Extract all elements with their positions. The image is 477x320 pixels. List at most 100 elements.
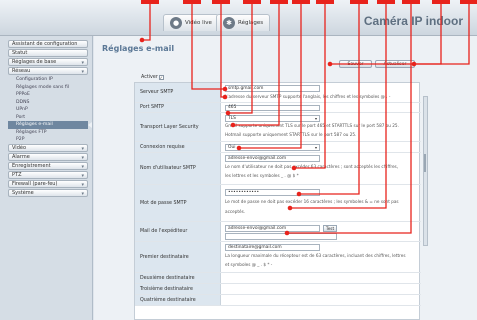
sidebar-item-17[interactable]: Firewall (pare-feu) ▾ [8, 179, 88, 188]
sidebar-item-label: Réglages mode sans fil [16, 84, 70, 90]
sidebar-item-12[interactable]: P2P [8, 136, 88, 144]
login-required-value: Oui [228, 144, 236, 150]
sidebar-item-label: Port [16, 114, 26, 120]
username-hint-1: Le nom d'utilisateur ne doit pas excéder… [225, 164, 399, 169]
row-recipient-2: Deuxième destinataire [135, 273, 421, 284]
recipient-1-label: Premier destinataire [135, 242, 221, 272]
sidebar-item-8[interactable]: UPnP [8, 106, 88, 114]
sidebar-item-16[interactable]: PTZ ▾ [8, 170, 88, 179]
row-password: Mot de passe SMTP •••••••••••• Le mot de… [135, 185, 421, 222]
sidebar-item-label: Système [12, 189, 34, 196]
chevron-down-icon: ▾ [81, 69, 84, 75]
sidebar-item-label: Enregistrement [12, 162, 51, 169]
sidebar-item-2[interactable]: Réglages de base ▾ [8, 58, 88, 66]
smtp-server-input[interactable]: smtp.gmail.com [225, 85, 320, 92]
tab-video-live[interactable]: ● Vidéo live [163, 14, 219, 31]
tls-select[interactable]: TLS ▾ [225, 115, 320, 122]
sidebar-item-13[interactable]: Vidéo ▾ [8, 143, 88, 152]
chevron-down-icon: ▾ [81, 181, 84, 188]
sidebar-item-4[interactable]: Configuration IP [8, 76, 88, 84]
sidebar-item-label: P2P [16, 137, 25, 143]
sidebar-item-11[interactable]: Réglages FTP [8, 129, 88, 137]
smtp-server-label: Serveur SMTP [135, 83, 221, 102]
row-tls: Transport Layer Security TLS ▾ Gmail sup… [135, 113, 421, 142]
tab-settings-label: Réglages [238, 20, 264, 26]
test-button[interactable]: Test [323, 225, 337, 232]
sidebar-item-6[interactable]: PPPoE [8, 91, 88, 99]
tls-select-value: TLS [228, 115, 236, 121]
smtp-port-input[interactable]: 465 [225, 104, 320, 111]
brand-title: Caméra IP indoor [363, 14, 463, 28]
sidebar-item-label: Alarme [12, 153, 30, 160]
row-recipient-1: Premier destinataire destinataire@gmail.… [135, 242, 421, 273]
sidebar-item-18[interactable]: Système ▾ [8, 188, 88, 197]
scrollbar-thumb[interactable] [424, 154, 426, 172]
chevron-down-icon: ▾ [81, 172, 84, 179]
active-pointer-icon [88, 122, 92, 128]
sidebar-item-label: Configuration IP [16, 77, 53, 83]
top-header: ● Vidéo live ✱ Réglages Caméra IP indoor [0, 0, 477, 36]
sidebar-item-label: PTZ [12, 171, 22, 178]
row-smtp-port: Port SMTP 465 [135, 103, 421, 113]
password-hint-2: acceptés. [225, 209, 246, 214]
recipient-3-label: Troisième destinataire [135, 284, 221, 294]
recipient-1-input[interactable]: destinataire@gmail.com [225, 244, 320, 251]
chevron-down-icon: ▾ [81, 154, 84, 161]
activer-toggle[interactable]: Activer ✓ [141, 75, 164, 80]
chevron-down-icon: ▾ [81, 60, 84, 66]
chevron-down-icon: ▾ [314, 116, 317, 121]
tab-settings[interactable]: ✱ Réglages [216, 14, 271, 31]
sidebar-item-14[interactable]: Alarme ▾ [8, 152, 88, 161]
row-recipient-4: Quatrième destinataire [135, 295, 421, 306]
username-hint-2: les lettres et les symboles _ . @ $ * [225, 173, 299, 178]
sidebar-item-label: Réglages e-mail [16, 122, 53, 128]
refresh-button[interactable]: Actualiser [375, 60, 415, 68]
chevron-down-icon: ▾ [314, 145, 317, 150]
activer-checkbox[interactable]: ✓ [158, 75, 164, 80]
login-required-label: Connexion requise [135, 142, 221, 152]
login-required-select[interactable]: Oui ▾ [225, 144, 320, 151]
tls-hint-gmail: Gmail supporte uniquement TLS sur le por… [225, 123, 399, 128]
gear-icon: ✱ [223, 17, 235, 29]
row-smtp-server: Serveur SMTP smtp.gmail.com L'adresse du… [135, 83, 421, 103]
tls-label: Transport Layer Security [135, 113, 221, 141]
sender-input[interactable]: adresse-envoi@gmail.com [225, 225, 320, 232]
sidebar-item-9[interactable]: Port [8, 114, 88, 122]
video-camera-icon: ● [170, 17, 182, 29]
email-settings-form: Serveur SMTP smtp.gmail.com L'adresse du… [134, 82, 421, 320]
sender-extra-input[interactable] [225, 233, 337, 240]
form-scrollbar[interactable] [423, 96, 428, 246]
tls-hint-hotmail: Hotmail supporte uniquement STARTTLS sur… [225, 132, 357, 137]
main-panel: Réglages e-mail Sauver Actualiser Active… [94, 36, 477, 320]
username-input[interactable]: adresse-envoi@gmail.com [225, 155, 320, 162]
sidebar-item-label: DDNS [16, 99, 30, 105]
chevron-down-icon: ▾ [81, 145, 84, 152]
password-label: Mot de passe SMTP [135, 185, 221, 221]
sidebar-item-10[interactable]: Réglages e-mail [8, 121, 92, 129]
sidebar-item-15[interactable]: Enregistrement ▾ [8, 161, 88, 170]
sidebar-item-label: Réglages de base [12, 59, 57, 65]
activer-label: Activer [141, 75, 158, 80]
row-username: Nom d'utilisateur SMTP adresse-envoi@gma… [135, 153, 421, 185]
recipient-2-label: Deuxième destinataire [135, 273, 221, 283]
smtp-server-hint: L'adresse du serveur SMTP supporte l'ang… [225, 94, 391, 99]
sidebar-item-7[interactable]: DDNS [8, 99, 88, 107]
sidebar-item-label: Vidéo [12, 144, 27, 151]
sender-label: Mail de l'expéditeur [135, 222, 221, 241]
sidebar: Assistant de configuration Statut Réglages… [0, 36, 93, 320]
chevron-down-icon: ▾ [81, 190, 84, 197]
save-button[interactable]: Sauver [339, 60, 372, 68]
recipient-4-label: Quatrième destinataire [135, 295, 221, 305]
username-label: Nom d'utilisateur SMTP [135, 153, 221, 184]
recipient-1-hint-2: et symboles @ _ . $ * - [225, 262, 273, 267]
password-input[interactable]: •••••••••••• [225, 189, 320, 196]
sidebar-item-0[interactable]: Assistant de configuration [8, 40, 88, 48]
sidebar-item-3[interactable]: Réseau ▾ [8, 67, 88, 75]
page-title: Réglages e-mail [102, 44, 175, 53]
row-login-required: Connexion requise Oui ▾ [135, 142, 421, 153]
sidebar-item-1[interactable]: Statut [8, 49, 88, 57]
sidebar-item-label: Firewall (pare-feu) [12, 180, 58, 187]
sidebar-item-label: UPnP [16, 107, 28, 113]
smtp-port-label: Port SMTP [135, 103, 221, 112]
sidebar-item-5[interactable]: Réglages mode sans fil [8, 84, 88, 92]
